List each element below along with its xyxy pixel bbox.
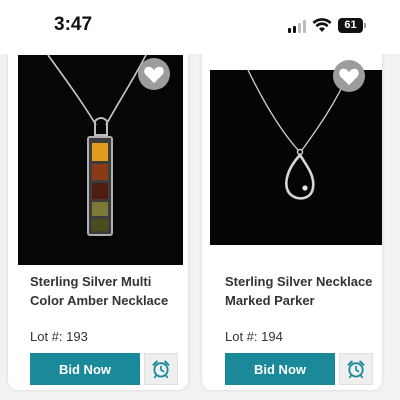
signal-icon [288, 20, 308, 33]
reminder-button[interactable] [144, 353, 178, 385]
bid-now-button[interactable]: Bid Now [225, 353, 335, 385]
status-bar: 3:47 61 [0, 0, 400, 54]
heart-icon [144, 66, 164, 84]
lot-photo[interactable] [210, 70, 382, 245]
lot-title[interactable]: Sterling Silver Multi Color Amber Neckla… [30, 272, 186, 310]
lot-number: Lot #: 193 [30, 329, 88, 344]
alarm-clock-icon [347, 360, 365, 379]
alarm-clock-icon [152, 360, 170, 379]
lot-title[interactable]: Sterling Silver Necklace Marked Parker [225, 272, 381, 310]
lot-card-194[interactable]: Sterling Silver Necklace Marked Parker L… [202, 40, 382, 390]
lot-number: Lot #: 194 [225, 329, 283, 344]
bid-now-button[interactable]: Bid Now [30, 353, 140, 385]
favorite-button[interactable] [138, 58, 170, 90]
heart-icon [339, 68, 359, 86]
reminder-button[interactable] [339, 353, 373, 385]
lot-card-193[interactable]: Sterling Silver Multi Color Amber Neckla… [8, 40, 188, 390]
wifi-icon [312, 17, 332, 33]
battery-level: 61 [344, 19, 357, 31]
battery-icon: 61 [338, 18, 366, 33]
favorite-button[interactable] [333, 60, 365, 92]
status-time: 3:47 [54, 14, 93, 35]
